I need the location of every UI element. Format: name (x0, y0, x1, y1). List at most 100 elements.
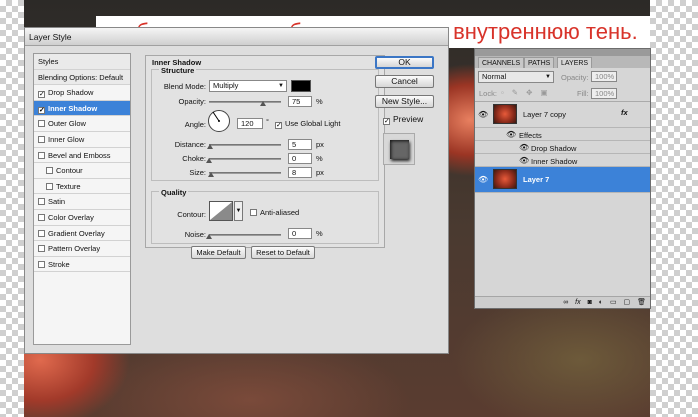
eye-icon[interactable]: 👁 (478, 110, 488, 119)
size-slider[interactable] (209, 172, 281, 174)
noise-slider-thumb[interactable] (206, 234, 212, 239)
shadow-color-swatch[interactable] (291, 80, 311, 92)
size-label: Size: (189, 168, 206, 177)
checkbox-icon[interactable]: ✓ (38, 91, 45, 99)
style-list-label: Drop Shadow (48, 88, 94, 98)
angle-dial[interactable] (208, 110, 230, 132)
noise-label: Noise: (184, 230, 206, 239)
style-list-label: Bevel and Emboss (48, 150, 111, 160)
fx-icon[interactable]: fx (621, 108, 628, 117)
make-default-button[interactable]: Make Default (191, 246, 246, 259)
style-list-item[interactable]: Contour (34, 163, 130, 179)
eye-icon[interactable]: 👁 (519, 156, 529, 165)
style-list-item[interactable]: Stroke (34, 257, 130, 273)
tab-channels[interactable]: CHANNELS (478, 57, 525, 68)
trash-icon[interactable]: 🗑 (637, 299, 646, 306)
fx-icon[interactable]: fx (575, 299, 580, 306)
style-list-item[interactable]: Blending Options: Default (34, 69, 130, 86)
layer-opacity-label: Opacity: (561, 73, 589, 82)
distance-slider-thumb[interactable] (207, 144, 214, 149)
reset-to-default-button[interactable]: Reset to Default (251, 246, 315, 259)
style-list-item[interactable]: Gradient Overlay (34, 226, 130, 242)
panel-tabs: CHANNELS PATHS LAYERS (475, 56, 650, 68)
new-layer-icon[interactable]: ▢ (624, 299, 631, 306)
style-list-item[interactable]: Outer Glow (34, 116, 130, 132)
checkbox-icon[interactable] (38, 198, 45, 206)
lock-icons[interactable]: ▫ ✎ ✥ ▣ (501, 88, 551, 97)
opacity-slider[interactable] (209, 101, 281, 103)
tab-paths[interactable]: PATHS (524, 57, 555, 68)
style-list-item[interactable]: Color Overlay (34, 210, 130, 226)
style-list-item[interactable]: Satin (34, 194, 130, 210)
chevron-down-icon: ▼ (235, 208, 242, 214)
cancel-button[interactable]: Cancel (375, 75, 434, 88)
quality-title: Quality (159, 188, 189, 197)
opacity-field[interactable]: 75 (288, 96, 312, 107)
blend-mode-label: Blend Mode: (163, 82, 206, 91)
opacity-slider-thumb[interactable] (260, 101, 266, 106)
choke-slider[interactable] (209, 158, 281, 160)
checkbox-icon[interactable] (38, 245, 45, 253)
contour-picker[interactable] (209, 201, 233, 221)
style-list-item[interactable]: Bevel and Emboss (34, 148, 130, 164)
style-list-item[interactable]: Inner Glow (34, 132, 130, 148)
checkbox-icon: ✓ (383, 118, 390, 125)
checkbox-icon[interactable] (46, 182, 53, 190)
checkbox-icon[interactable] (38, 229, 45, 237)
use-global-light-checkbox[interactable]: ✓ Use Global Light (275, 119, 340, 129)
layers-list: 👁 Layer 7 copy fx 👁 Effects 👁 Drop Shado… (475, 102, 650, 292)
distance-unit: px (316, 140, 324, 149)
layer-blend-mode-select[interactable]: Normal ▼ (478, 71, 554, 83)
layer-name: Layer 7 (523, 175, 550, 184)
checkbox-icon[interactable] (38, 120, 45, 128)
link-icon[interactable]: ∞ (563, 299, 568, 306)
checkbox-icon[interactable] (38, 151, 45, 159)
anti-aliased-checkbox[interactable]: Anti-aliased (250, 208, 299, 217)
checkbox-icon[interactable] (38, 260, 45, 268)
distance-slider[interactable] (209, 144, 281, 146)
effect-inner-shadow-row[interactable]: 👁 Inner Shadow (475, 154, 650, 167)
transparency-checker-right (650, 0, 698, 417)
angle-field[interactable]: 120 (237, 118, 263, 129)
effect-name: Inner Shadow (531, 157, 578, 166)
layer-thumbnail (493, 169, 517, 189)
choke-slider-thumb[interactable] (206, 158, 212, 163)
checkbox-icon[interactable]: ✓ (38, 106, 45, 114)
distance-field[interactable]: 5 (288, 139, 312, 150)
style-list-item[interactable]: ✓ Inner Shadow (34, 100, 130, 117)
layers-panel: CHANNELS PATHS LAYERS Normal ▼ Opacity: … (474, 48, 651, 309)
layer-row[interactable]: 👁 Layer 7 copy fx (475, 102, 650, 128)
fill-field[interactable]: 100% (591, 88, 617, 99)
effect-drop-shadow-row[interactable]: 👁 Drop Shadow (475, 141, 650, 154)
style-list-item[interactable]: Texture (34, 179, 130, 195)
checkbox-icon[interactable] (38, 135, 45, 143)
noise-slider[interactable] (209, 234, 281, 236)
angle-label: Angle: (184, 120, 206, 129)
preview-checkbox[interactable]: ✓ Preview (383, 114, 423, 125)
style-list-item[interactable]: Pattern Overlay (34, 241, 130, 257)
layer-row-selected[interactable]: 👁 Layer 7 (475, 167, 650, 193)
style-list-item[interactable]: ✓ Drop Shadow (34, 85, 130, 101)
style-list-item[interactable]: Styles (34, 54, 130, 70)
noise-field[interactable]: 0 (288, 228, 312, 239)
size-field[interactable]: 8 (288, 167, 312, 178)
blend-mode-select[interactable]: Multiply ▼ (209, 80, 287, 92)
layer-opacity-field[interactable]: 100% (591, 71, 617, 82)
eye-icon[interactable]: 👁 (506, 130, 516, 139)
mask-icon[interactable]: ◙ (588, 299, 592, 306)
checkbox-icon[interactable] (46, 167, 53, 175)
effects-row[interactable]: 👁 Effects (475, 128, 650, 141)
adjustment-icon[interactable]: ◐ (599, 299, 603, 306)
size-slider-thumb[interactable] (208, 172, 215, 177)
checkbox-icon[interactable] (38, 213, 45, 221)
fill-label: Fill: (577, 89, 589, 98)
ok-button[interactable]: OK (375, 56, 434, 69)
folder-icon[interactable]: ▭ (610, 299, 617, 306)
eye-icon[interactable]: 👁 (519, 143, 529, 152)
chevron-down-icon: ▼ (278, 83, 284, 89)
new-style-button[interactable]: New Style... (375, 95, 434, 108)
eye-icon[interactable]: 👁 (478, 175, 488, 184)
choke-field[interactable]: 0 (288, 153, 312, 164)
contour-dropdown-button[interactable]: ▼ (234, 201, 243, 221)
tab-layers[interactable]: LAYERS (557, 57, 593, 68)
